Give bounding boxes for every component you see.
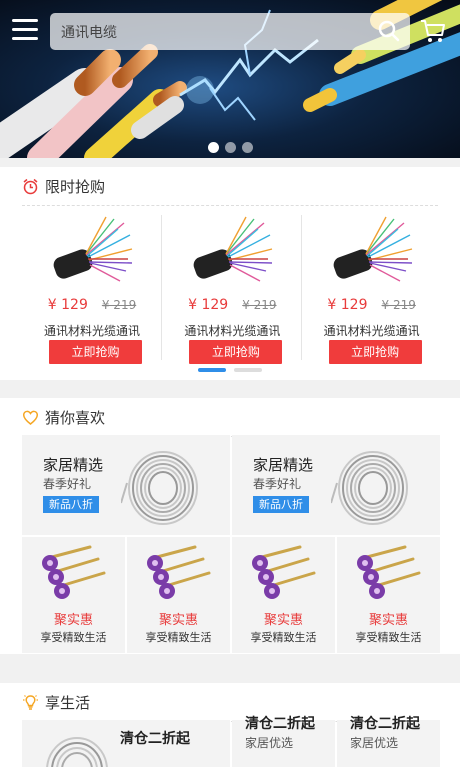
promo-card[interactable]: 家居精选 春季好礼 新品八折 [22,435,230,535]
clearance-subtitle: 家居优选 [245,736,294,750]
lightbulb-icon [23,694,38,710]
product-name: 通讯材料光缆通讯 [323,324,420,338]
sale-price: ¥ 129 [47,297,88,313]
promo-tag: 新品八折 [43,496,99,513]
cart-icon[interactable] [420,18,446,44]
deal-subtitle: 享受精致生活 [250,631,317,644]
clearance-card[interactable]: 清仓二折起 [22,720,230,767]
flash-sale-section: 限时抢购 ¥ 129 ¥ 219 通讯材料光缆通讯 立即抢购 ¥ 129 ¥ 2… [0,167,460,380]
deal-subtitle: 享受精致生活 [355,631,422,644]
buy-now-button[interactable]: 立即抢购 [189,340,283,364]
hero-banner[interactable] [0,0,460,158]
original-price: ¥ 219 [381,298,416,312]
promo-subtitle: 春季好礼 [253,477,302,491]
sale-price: ¥ 129 [188,297,229,313]
clearance-title: 清仓二折起 [245,716,315,732]
clearance-card[interactable]: 清仓二折起 家居优选 [337,716,440,767]
clearance-subtitle: 家居优选 [350,736,399,750]
connector-image [147,545,211,599]
original-price: ¥ 219 [101,298,137,312]
promo-title: 家居精选 [43,456,104,474]
search-icon[interactable] [378,20,400,42]
banner-dot[interactable] [224,142,236,153]
sale-price: ¥ 129 [327,297,368,313]
product-image [333,216,412,282]
cable-coil-image [46,737,108,767]
life-title: 享生活 [45,693,91,712]
product-image [193,216,273,282]
clearance-title: 清仓二折起 [350,716,420,732]
pager-bar[interactable] [198,368,226,372]
flash-sale-list: ¥ 129 ¥ 219 通讯材料光缆通讯 立即抢购 ¥ 129 ¥ 219 通讯… [22,215,440,364]
deal-title: 聚实惠 [368,613,408,628]
enjoy-life-section: 享生活 清仓二折起 清仓二折起 家居优选 清仓二折起 家居优选 [0,683,460,767]
cable-coil-image [331,451,408,525]
guess-title: 猜你喜欢 [45,408,106,427]
buy-now-button[interactable]: 立即抢购 [49,340,142,364]
product-image [53,216,133,282]
flash-sale-item[interactable]: ¥ 129 ¥ 219 通讯材料光缆通讯 立即抢购 [22,215,161,364]
promo-card[interactable]: 家居精选 春季好礼 新品八折 [232,435,440,535]
deal-subtitle: 享受精致生活 [145,631,212,644]
alarm-clock-icon [23,178,38,194]
deal-card[interactable]: 聚实惠 享受精致生活 [337,537,440,653]
banner-dot[interactable] [241,142,253,153]
flash-sale-item[interactable]: ¥ 129 ¥ 219 通讯材料光缆通讯 立即抢购 [161,215,300,364]
search-bar[interactable] [50,13,410,50]
flash-sale-pagination [0,368,460,372]
deal-card[interactable]: 聚实惠 享受精致生活 [22,537,125,653]
original-price: ¥ 219 [242,298,277,312]
product-name: 通讯材料光缆通讯 [43,324,140,338]
search-input[interactable] [61,23,361,40]
flash-sale-header: 限时抢购 [0,167,460,205]
cable-coil-image [121,451,198,525]
buy-now-button[interactable]: 立即抢购 [328,340,422,364]
flash-sale-title: 限时抢购 [45,177,106,196]
deal-title: 聚实惠 [158,613,198,628]
promo-subtitle: 春季好礼 [43,477,92,491]
clearance-card[interactable]: 清仓二折起 家居优选 [232,716,335,767]
flash-sale-item[interactable]: ¥ 129 ¥ 219 通讯材料光缆通讯 立即抢购 [300,215,440,364]
guess-you-like-section: 猜你喜欢 家居精选 春季好礼 新品八折 家居精选 春季好礼 新品八折 聚实惠 享… [0,398,460,654]
banner-pagination [0,142,460,153]
deal-title: 聚实惠 [53,613,93,628]
heart-icon [22,410,39,425]
banner-dot[interactable] [207,142,219,153]
connector-image [42,545,106,599]
promo-title: 家居精选 [253,456,314,474]
connector-image [357,545,421,599]
clearance-title: 清仓二折起 [120,731,190,747]
promo-tag: 新品八折 [253,496,309,513]
guess-header: 猜你喜欢 [0,398,460,436]
product-name: 通讯材料光缆通讯 [184,324,281,338]
menu-button[interactable] [12,19,38,41]
connector-image [252,545,316,599]
deal-card[interactable]: 聚实惠 享受精致生活 [127,537,230,653]
deal-card[interactable]: 聚实惠 享受精致生活 [232,537,335,653]
deal-subtitle: 享受精致生活 [40,631,107,644]
pager-bar[interactable] [234,368,262,372]
deal-title: 聚实惠 [263,613,303,628]
